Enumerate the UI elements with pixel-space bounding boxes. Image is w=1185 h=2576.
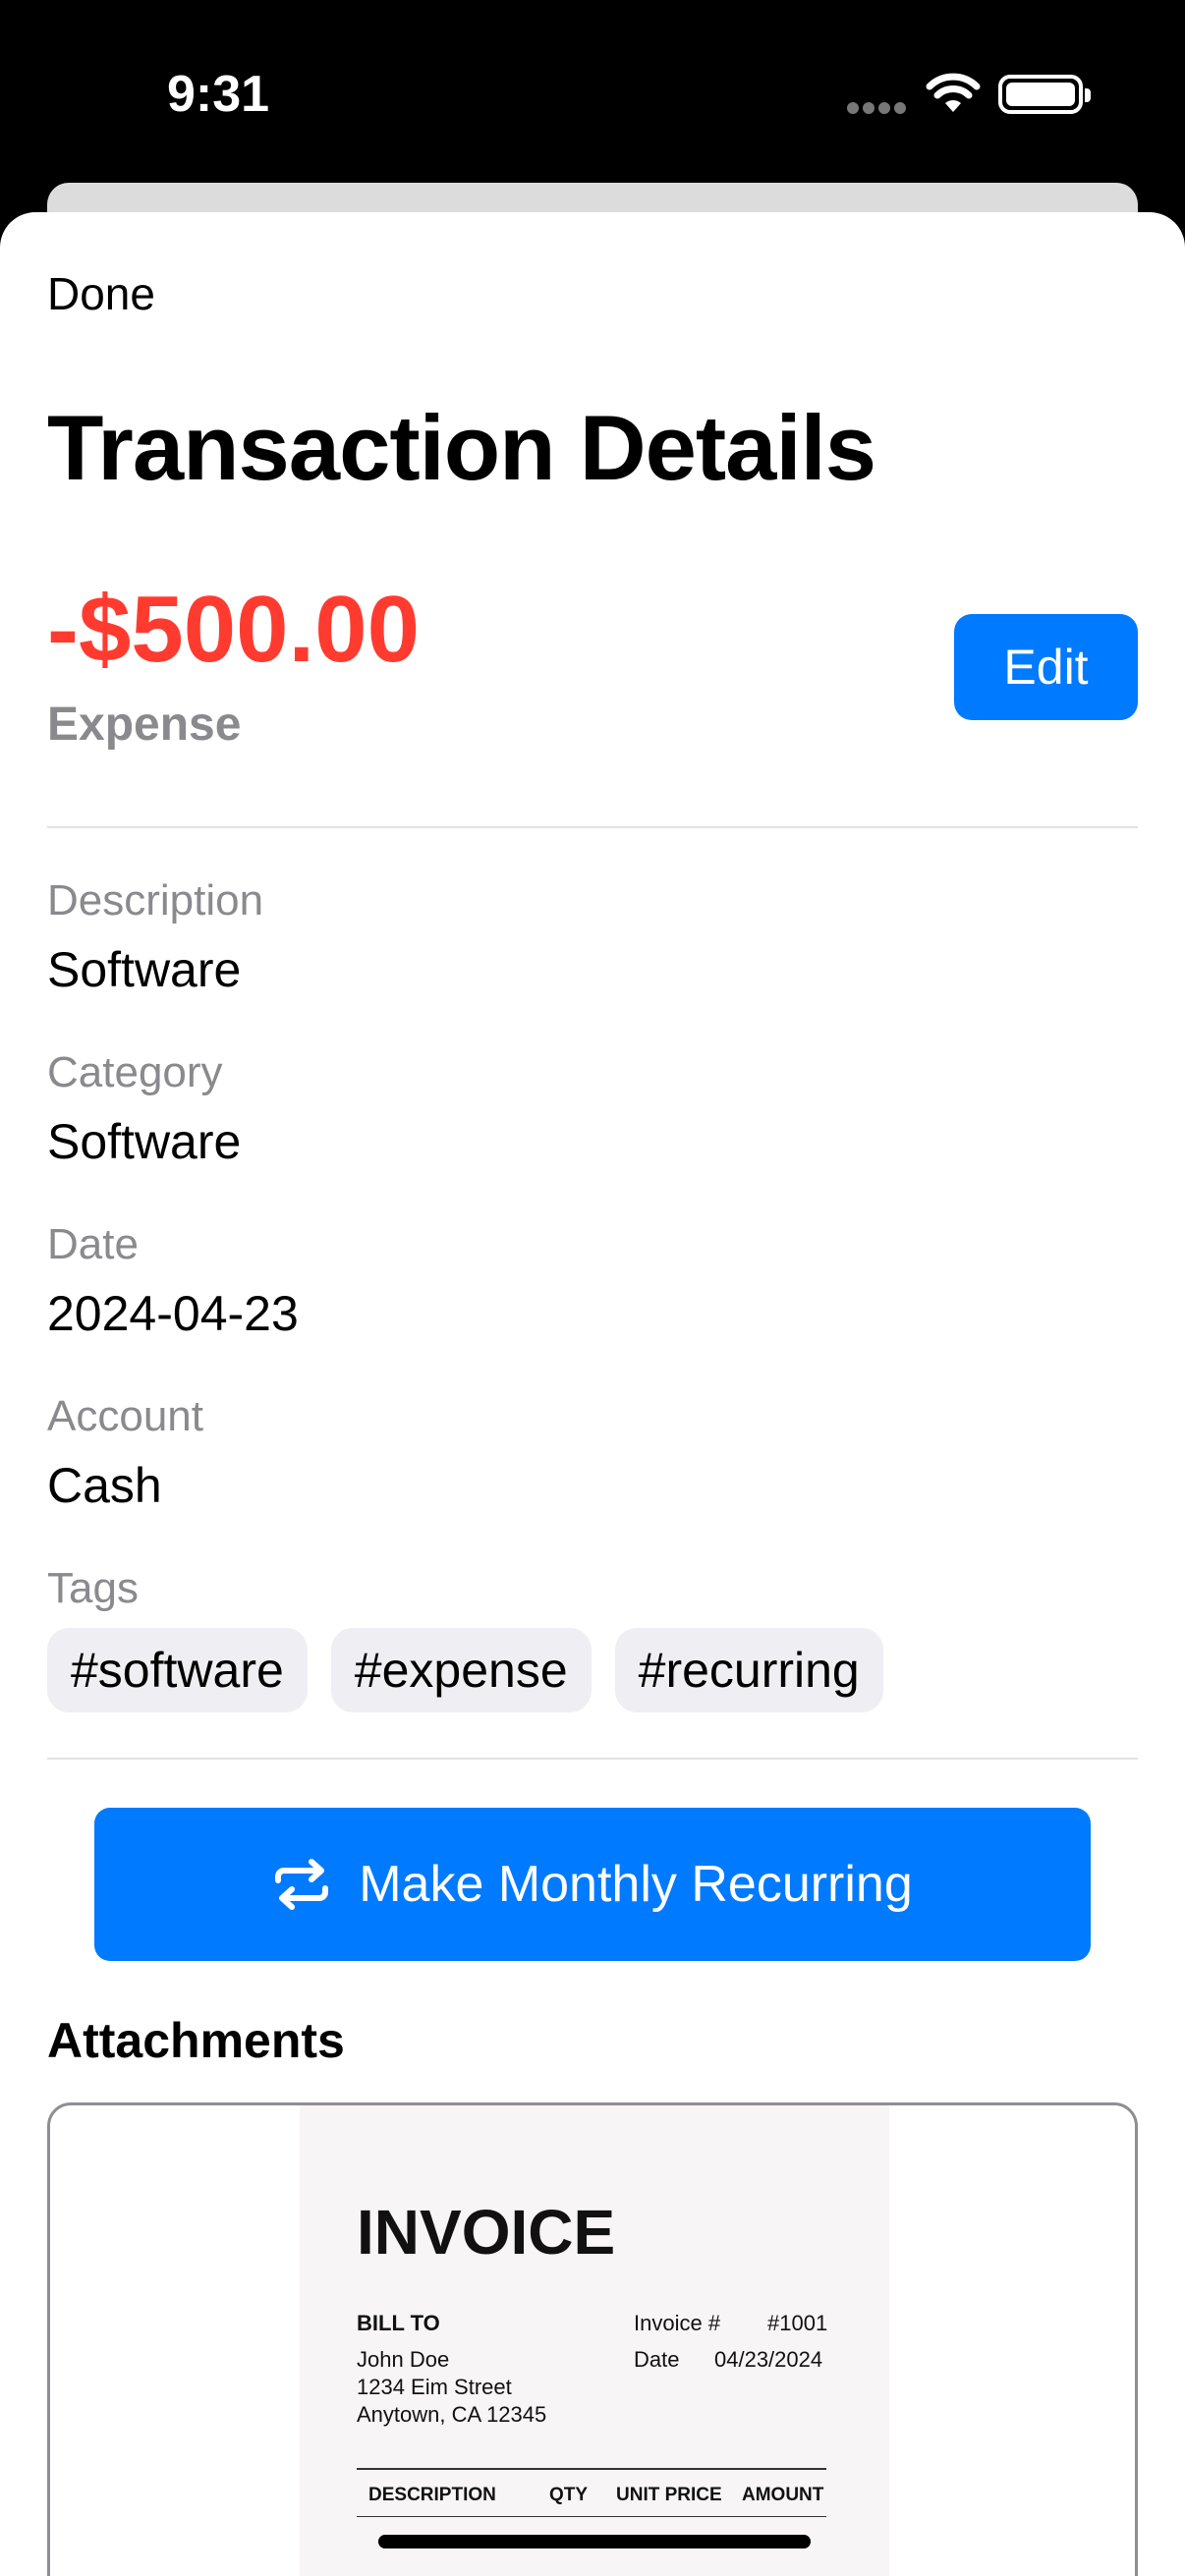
bill-to-city: Anytown, CA 12345 [357, 2402, 547, 2427]
invoice-column-header: AMOUNT [742, 2485, 824, 2505]
invoice-title: INVOICE [357, 2197, 616, 2268]
cellular-signal-icon [847, 102, 908, 116]
invoice-line-item-redacted [378, 2535, 811, 2548]
divider [47, 1758, 1138, 1760]
bill-to-street: 1234 Eim Street [357, 2375, 512, 2399]
bill-to-name: John Doe [357, 2347, 450, 2372]
battery-icon [998, 75, 1091, 114]
invoice-number-label: Invoice # [634, 2311, 721, 2335]
tag-chip[interactable]: #expense [330, 1628, 592, 1712]
invoice-rule [357, 2516, 826, 2517]
attachment-preview[interactable]: INVOICE BILL TO John Doe 1234 Eim Street… [47, 2102, 1138, 2576]
wifi-icon [926, 73, 981, 112]
divider [47, 826, 1138, 828]
description-label: Description [47, 876, 264, 924]
status-bar: 9:31 [0, 0, 1185, 187]
transaction-amount: -$500.00 [47, 577, 420, 682]
tag-chip[interactable]: #software [47, 1628, 308, 1712]
recurring-button-label: Make Monthly Recurring [359, 1856, 913, 1913]
category-label: Category [47, 1048, 223, 1096]
invoice-rule [357, 2468, 826, 2470]
bill-to-label: BILL TO [357, 2311, 440, 2335]
transaction-details-sheet: Done Transaction Details -$500.00 Expens… [0, 212, 1185, 2576]
tag-chip[interactable]: #recurring [614, 1628, 883, 1712]
attachments-heading: Attachments [47, 2013, 345, 2068]
page-title: Transaction Details [47, 396, 876, 499]
description-value: Software [47, 942, 242, 997]
repeat-icon [275, 1859, 329, 1910]
status-time: 9:31 [167, 66, 270, 123]
transaction-type: Expense [47, 699, 242, 751]
invoice-number: #1001 [767, 2311, 828, 2335]
account-value: Cash [47, 1458, 162, 1513]
invoice-date-label: Date [634, 2347, 680, 2372]
invoice-date: 04/23/2024 [714, 2347, 823, 2372]
invoice-image: INVOICE BILL TO John Doe 1234 Eim Street… [300, 2105, 889, 2576]
account-label: Account [47, 1392, 203, 1440]
done-button[interactable]: Done [47, 267, 155, 320]
make-monthly-recurring-button[interactable]: Make Monthly Recurring [94, 1808, 1091, 1961]
invoice-column-header: QTY [549, 2485, 589, 2505]
invoice-column-header: UNIT PRICE [616, 2485, 722, 2505]
tags-label: Tags [47, 1564, 139, 1612]
category-value: Software [47, 1114, 242, 1169]
edit-button[interactable]: Edit [954, 614, 1138, 720]
tags-list: #software #expense #recurring [47, 1628, 883, 1712]
date-label: Date [47, 1220, 139, 1268]
date-value: 2024-04-23 [47, 1286, 299, 1341]
invoice-column-header: DESCRIPTION [368, 2485, 496, 2505]
